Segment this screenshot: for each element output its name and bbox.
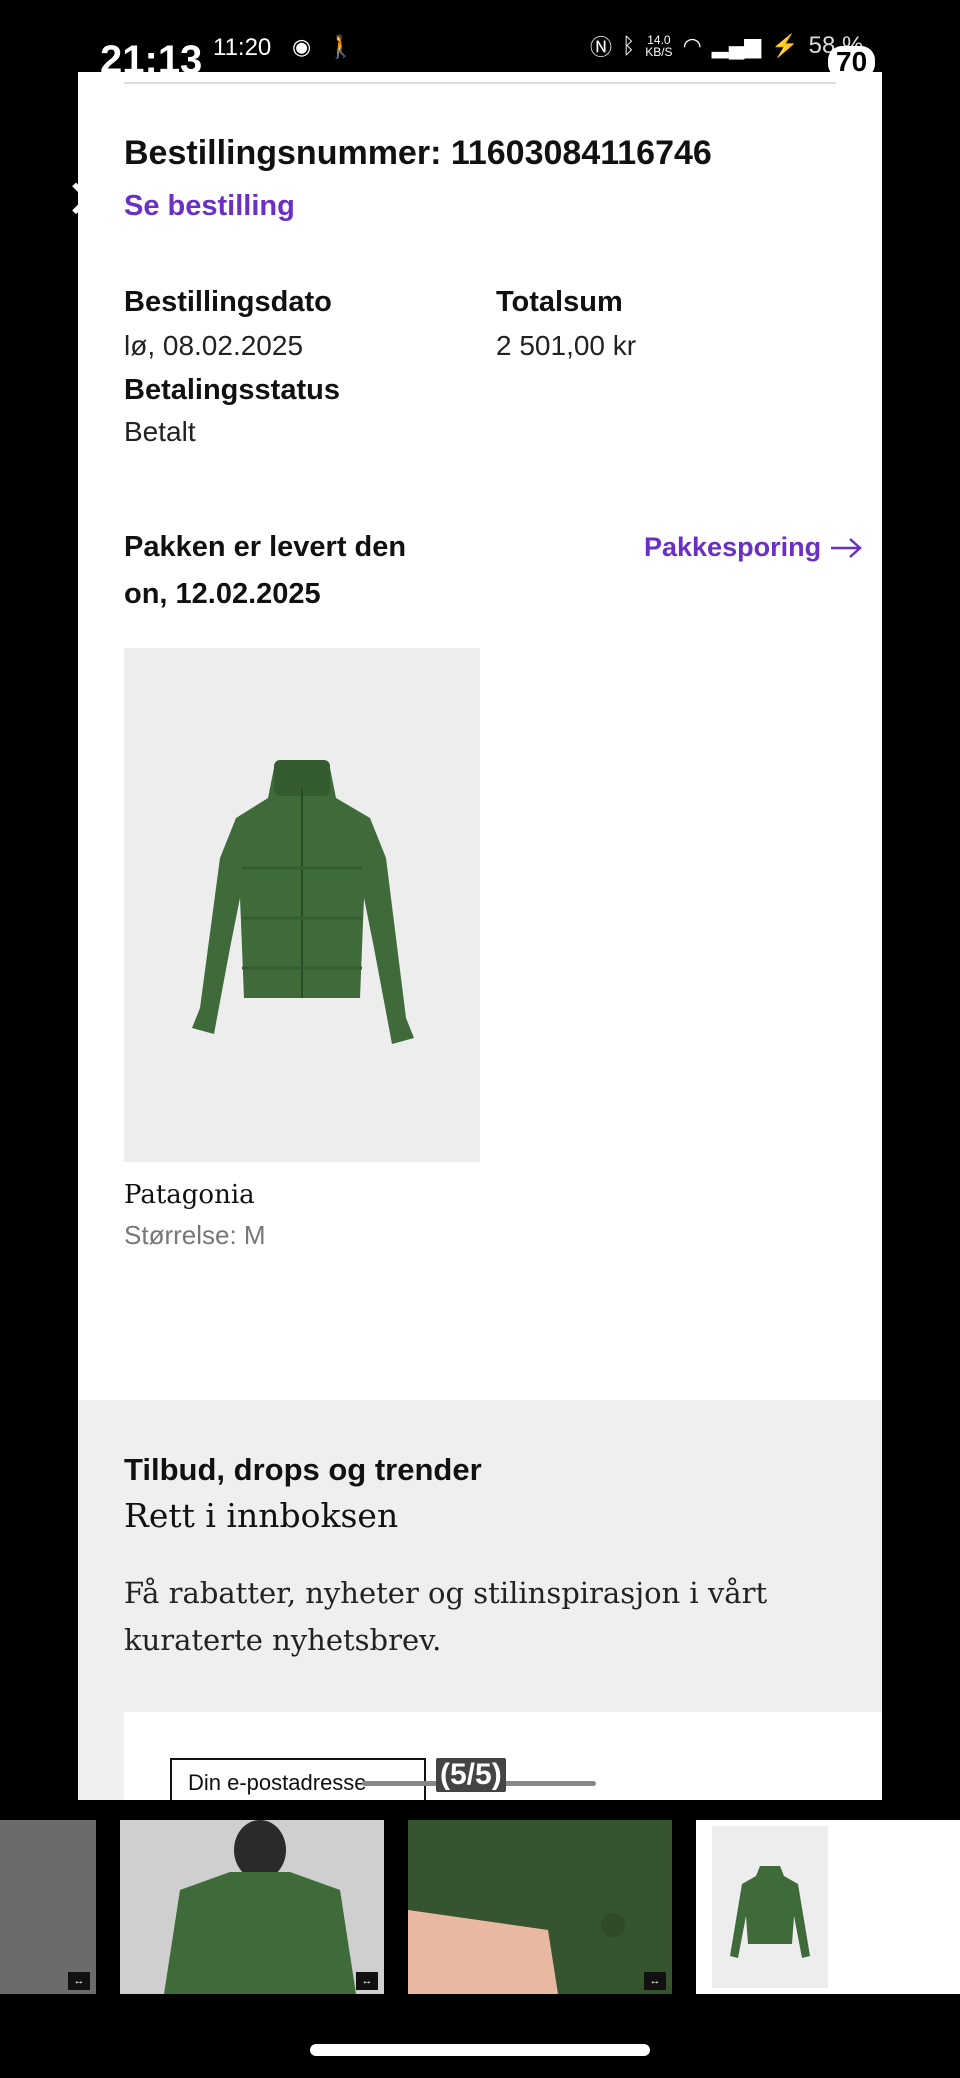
notification-icons: ◉ 🚶 xyxy=(292,34,355,60)
package-tracking-label: Pakkesporing xyxy=(644,532,822,562)
payment-status-label: Betalingsstatus xyxy=(124,374,340,406)
product-size: Størrelse: M xyxy=(124,1220,266,1250)
newsletter-section: Tilbud, drops og trender Rett i innbokse… xyxy=(78,1400,882,1800)
arrow-right-icon xyxy=(831,537,862,558)
inner-status-time: 11:20 xyxy=(213,34,272,61)
signal-icon: ▂▄▆ xyxy=(711,33,762,58)
gallery-pager: (5/5) xyxy=(436,1758,506,1792)
thumbnail-jacket-front xyxy=(712,1826,828,1988)
total-value: 2 501,00 kr xyxy=(496,330,637,361)
expand-icon: ↔ xyxy=(68,1972,90,1990)
see-order-link[interactable]: Se bestilling xyxy=(124,190,295,223)
delivery-status: Pakken er levert den on, 12.02.2025 xyxy=(124,524,406,618)
newsletter-title: Tilbud, drops og trender xyxy=(124,1452,482,1487)
package-tracking-link[interactable]: Pakkesporing xyxy=(644,532,863,563)
charging-icon: ⚡ xyxy=(771,33,799,58)
jacket-back-image xyxy=(164,1820,356,1994)
messenger-icon: ◉ xyxy=(292,34,312,59)
net-speed: 14.0 KB/S xyxy=(645,34,672,58)
product-image[interactable] xyxy=(124,648,480,1162)
thumbnail[interactable]: ↔ xyxy=(408,1820,672,1994)
thumbnail[interactable]: ↔ xyxy=(0,1820,96,1994)
total-label: Totalsum xyxy=(496,286,623,318)
net-speed-unit: KB/S xyxy=(645,45,673,59)
walking-icon: 🚶 xyxy=(327,34,355,59)
expand-icon: ↔ xyxy=(644,1972,666,1990)
payment-status-value: Betalt xyxy=(124,416,196,447)
thumbnail-strip: ↔ ↔ ↔ xyxy=(0,1820,960,1994)
divider xyxy=(124,82,836,84)
jacket-front-thumb xyxy=(730,1866,810,1958)
order-detail-panel: Bestillingsnummer: 11603084116746 Se bes… xyxy=(78,72,882,1800)
wifi-icon: ◠ xyxy=(682,33,702,58)
home-indicator[interactable] xyxy=(310,2044,650,2056)
system-icons: Ⓝ ᛒ 14.0 KB/S ◠ ▂▄▆ ⚡ 58 % xyxy=(590,30,863,62)
status-bar: 21:13 11:20 ◉ 🚶 Ⓝ ᛒ 14.0 KB/S ◠ ▂▄▆ ⚡ 58… xyxy=(0,0,960,82)
email-field[interactable]: Din e-postadresse xyxy=(170,1758,426,1800)
jacket-detail-image xyxy=(408,1820,672,1994)
jacket-image xyxy=(192,760,414,1044)
bluetooth-icon: ᛒ xyxy=(622,33,636,58)
product-brand: Patagonia xyxy=(124,1180,255,1210)
thumbnail[interactable]: ↔ xyxy=(120,1820,384,1994)
close-icon[interactable]: ✕ xyxy=(64,173,112,227)
delivery-date: on, 12.02.2025 xyxy=(124,578,321,610)
expand-icon: ↔ xyxy=(356,1972,378,1990)
order-number: Bestillingsnummer: 11603084116746 xyxy=(124,134,712,172)
order-date-value: lø, 08.02.2025 xyxy=(124,330,304,361)
newsletter-text: Få rabatter, nyheter og stilinspirasjon … xyxy=(124,1576,768,1657)
delivery-status-line1: Pakken er levert den xyxy=(124,531,407,563)
newsletter-subtitle: Rett i innboksen xyxy=(124,1496,399,1535)
thumbnail-selected[interactable] xyxy=(696,1820,960,1994)
nfc-icon: Ⓝ xyxy=(590,35,613,60)
order-date-label: Bestillingsdato xyxy=(124,286,332,318)
